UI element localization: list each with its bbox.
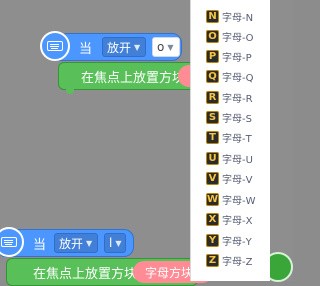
dropdown-value: l — [109, 236, 113, 250]
letter-z-icon: Z — [206, 253, 219, 267]
menu-item-s[interactable]: S 字母-S — [191, 107, 271, 127]
dropdown-value: 放开 — [59, 236, 84, 251]
letter-p-icon: P — [206, 49, 219, 63]
menu-item-label: 字母-W — [222, 195, 256, 207]
key-name-dropdown-1[interactable]: o ▼ — [152, 37, 180, 57]
block-notch — [66, 89, 74, 94]
menu-item-label: 字母-P — [222, 52, 252, 64]
menu-item-label: 字母-U — [222, 154, 253, 166]
menu-item-x[interactable]: X 字母-X — [191, 209, 271, 229]
letter-t-icon: T — [206, 130, 219, 144]
chevron-down-icon: ▼ — [115, 238, 122, 248]
chevron-down-icon: ▼ — [167, 42, 174, 52]
key-name-dropdown-2[interactable]: l ▼ — [104, 233, 126, 253]
keyboard-icon-badge — [40, 31, 70, 61]
menu-item-w[interactable]: W 字母-W — [191, 189, 271, 209]
menu-item-q[interactable]: Q 字母-Q — [191, 66, 271, 86]
pill-label: 字母方块 — [145, 265, 194, 280]
keyboard-icon — [47, 41, 63, 51]
place-block-statement-1[interactable]: 在焦点上放置方块 — [58, 62, 198, 90]
menu-item-o[interactable]: O 字母-O — [191, 26, 271, 46]
letter-x-icon: X — [206, 212, 219, 226]
menu-item-v[interactable]: V 字母-V — [191, 168, 271, 188]
menu-item-y[interactable]: Y 字母-Y — [191, 230, 271, 250]
menu-item-u[interactable]: U 字母-U — [191, 148, 271, 168]
chevron-down-icon: ▼ — [134, 42, 141, 52]
key-action-dropdown-1[interactable]: 放开 ▼ — [102, 37, 146, 57]
letter-v-icon: V — [206, 171, 219, 185]
dropdown-value: o — [157, 40, 165, 54]
letter-q-icon: Q — [206, 69, 219, 83]
menu-item-label: 字母-V — [222, 174, 253, 186]
letter-r-icon: R — [206, 90, 219, 104]
menu-item-label: 字母-T — [222, 133, 252, 145]
menu-item-n[interactable]: N 字母-N — [191, 6, 271, 26]
statement-label: 在焦点上放置方块 — [33, 266, 138, 282]
key-action-dropdown-2[interactable]: 放开 ▼ — [54, 233, 98, 253]
letter-w-icon: W — [206, 192, 219, 206]
menu-item-label: 字母-N — [222, 12, 254, 24]
letter-n-icon: N — [206, 9, 219, 23]
menu-item-label: 字母-Y — [222, 236, 252, 248]
statement-label: 在焦点上放置方块 — [81, 70, 186, 86]
letter-u-icon: U — [206, 151, 219, 165]
letter-dropdown-menu[interactable]: N 字母-N O 字母-O P 字母-P Q 字母-Q R 字母-R S 字母-… — [190, 0, 270, 281]
letter-o-icon: O — [206, 29, 219, 43]
menu-item-label: 字母-X — [222, 215, 253, 227]
chevron-down-icon: ▼ — [86, 238, 93, 248]
letter-s-icon: S — [206, 110, 219, 124]
menu-item-t[interactable]: T 字母-T — [191, 127, 271, 147]
menu-item-label: 字母-Q — [222, 72, 254, 84]
keyboard-icon — [1, 237, 17, 247]
dropdown-value: 放开 — [107, 40, 132, 55]
menu-item-label: 字母-Z — [222, 256, 253, 268]
when-label: 当 — [33, 237, 47, 253]
menu-item-r[interactable]: R 字母-R — [191, 87, 271, 107]
menu-item-p[interactable]: P 字母-P — [191, 46, 271, 66]
menu-item-label: 字母-O — [222, 32, 254, 44]
menu-item-z[interactable]: Z 字母-Z — [191, 250, 271, 270]
when-label: 当 — [79, 41, 93, 57]
letter-y-icon: Y — [206, 233, 219, 247]
menu-item-label: 字母-R — [222, 93, 253, 105]
menu-item-label: 字母-S — [222, 113, 252, 125]
